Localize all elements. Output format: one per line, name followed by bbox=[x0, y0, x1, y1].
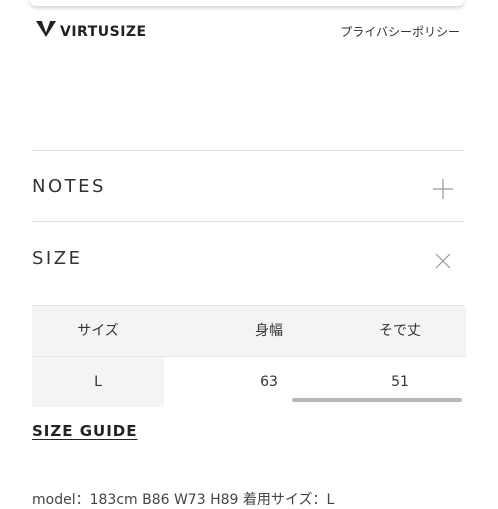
virtusize-logo-icon bbox=[36, 20, 56, 42]
size-section-title[interactable]: SIZE bbox=[32, 248, 82, 269]
column-header-sleeve-length: そで丈 bbox=[379, 323, 421, 339]
divider bbox=[32, 221, 464, 222]
size-table-header: サイズ 身幅 そで丈 bbox=[32, 306, 466, 356]
privacy-policy-link[interactable]: プライバシーポリシー bbox=[340, 23, 460, 40]
column-header-size: サイズ bbox=[77, 323, 119, 339]
cell-size: L bbox=[94, 374, 102, 390]
size-guide-link[interactable]: SIZE GUIDE bbox=[32, 422, 138, 440]
close-icon[interactable] bbox=[432, 250, 454, 272]
divider bbox=[32, 150, 464, 151]
horizontal-scrollbar[interactable] bbox=[292, 398, 462, 402]
virtusize-label: VIRTUSIZE bbox=[60, 23, 147, 40]
notes-section-title[interactable]: NOTES bbox=[32, 176, 106, 197]
size-table[interactable]: サイズ 身幅 そで丈 L 63 51 bbox=[32, 306, 466, 407]
plus-icon[interactable] bbox=[432, 178, 454, 200]
virtusize-widget-card bbox=[30, 0, 464, 6]
column-header-body-width: 身幅 bbox=[255, 323, 283, 339]
model-info-text: model：183cm B86 W73 H89 着用サイズ：L bbox=[32, 492, 335, 508]
virtusize-brand[interactable]: VIRTUSIZE bbox=[36, 20, 147, 42]
